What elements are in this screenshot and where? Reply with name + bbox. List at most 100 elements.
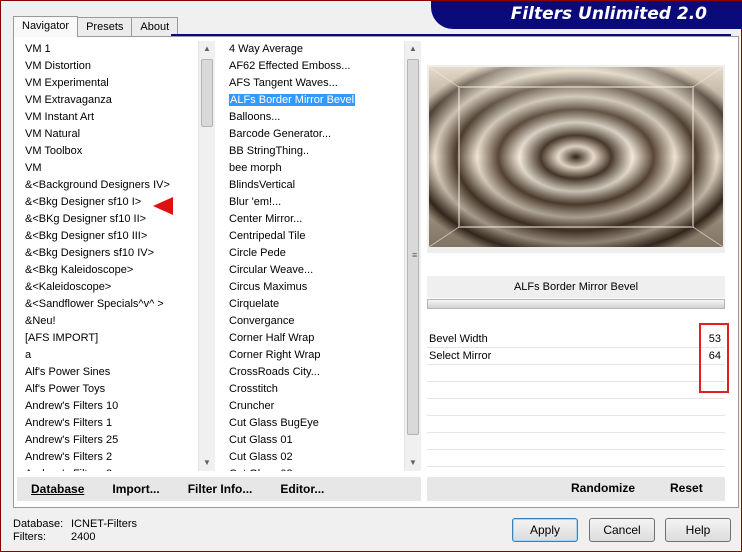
filter-item[interactable]: Cruncher bbox=[225, 398, 403, 415]
category-item[interactable]: VM Natural bbox=[21, 126, 197, 143]
filter-item[interactable]: Cut Glass BugEye bbox=[225, 415, 403, 432]
category-item-label: Andrew's Filters 10 bbox=[25, 400, 119, 412]
database-value: ICNET-Filters bbox=[71, 518, 137, 530]
filter-item-label: AF62 Effected Emboss... bbox=[229, 60, 351, 72]
filter-item[interactable]: Balloons... bbox=[225, 109, 403, 126]
scroll-thumb[interactable] bbox=[201, 59, 213, 127]
reset-button[interactable]: Reset bbox=[670, 481, 703, 495]
database-label: Database: bbox=[13, 518, 64, 530]
filter-item-label: Center Mirror... bbox=[229, 213, 303, 225]
category-item[interactable]: Alf's Power Toys bbox=[21, 381, 197, 398]
category-item[interactable]: VM Distortion bbox=[21, 58, 197, 75]
title-banner: Filters Unlimited 2.0 bbox=[431, 1, 742, 29]
database-button[interactable]: Database bbox=[17, 482, 98, 496]
tab-navigator[interactable]: Navigator bbox=[13, 16, 79, 37]
category-item[interactable]: &<Bkg Designer sf10 III> bbox=[21, 228, 197, 245]
grip-icon: ≡ bbox=[412, 250, 418, 260]
filter-item[interactable]: AFS Tangent Waves... bbox=[225, 75, 403, 92]
category-item[interactable]: &Neu! bbox=[21, 313, 197, 330]
scroll-down-icon[interactable]: ▼ bbox=[199, 455, 215, 471]
category-item-label: &<Bkg Kaleidoscope> bbox=[25, 264, 134, 276]
param-row-empty bbox=[427, 365, 725, 382]
category-item[interactable]: &<Bkg Designers sf10 IV> bbox=[21, 245, 197, 262]
filter-item[interactable]: Corner Right Wrap bbox=[225, 347, 403, 364]
category-item[interactable]: a bbox=[21, 347, 197, 364]
category-item[interactable]: VM Experimental bbox=[21, 75, 197, 92]
filter-listbox[interactable]: 4 Way Average AF62 Effected Emboss... AFS … bbox=[225, 41, 403, 471]
filter-item[interactable]: Circus Maximus bbox=[225, 279, 403, 296]
navigator-toolbar: Database Import... Filter Info... Editor… bbox=[17, 477, 421, 501]
filter-item[interactable]: Convergance bbox=[225, 313, 403, 330]
category-item[interactable]: &<Background Designers IV> bbox=[21, 177, 197, 194]
category-item[interactable]: &<Sandflower Specials^v^ > bbox=[21, 296, 197, 313]
filter-item[interactable]: ALFs Border Mirror Bevel bbox=[225, 92, 403, 109]
filter-item[interactable]: BlindsVertical bbox=[225, 177, 403, 194]
filter-item[interactable]: BB StringThing.. bbox=[225, 143, 403, 160]
filter-item-label: Cirquelate bbox=[229, 298, 280, 310]
filter-item[interactable]: Cut Glass 01 bbox=[225, 432, 403, 449]
category-item[interactable]: &<Bkg Kaleidoscope> bbox=[21, 262, 197, 279]
filter-item[interactable]: Cirquelate bbox=[225, 296, 403, 313]
filter-item-label: BlindsVertical bbox=[229, 179, 296, 191]
filter-item[interactable]: Barcode Generator... bbox=[225, 126, 403, 143]
category-item-label: VM Natural bbox=[25, 128, 81, 140]
filter-item[interactable]: Crosstitch bbox=[225, 381, 403, 398]
filter-item[interactable]: Circular Weave... bbox=[225, 262, 403, 279]
filter-item[interactable]: Corner Half Wrap bbox=[225, 330, 403, 347]
filter-item[interactable]: 4 Way Average bbox=[225, 41, 403, 58]
filter-item[interactable]: bee morph bbox=[225, 160, 403, 177]
category-item[interactable]: VM Toolbox bbox=[21, 143, 197, 160]
param-row-select-mirror[interactable]: Select Mirror 64 bbox=[427, 348, 725, 365]
filter-item-label: ALFs Border Mirror Bevel bbox=[229, 94, 356, 106]
scroll-down-icon[interactable]: ▼ bbox=[405, 455, 421, 471]
progress-bar bbox=[427, 299, 725, 309]
category-item[interactable]: VM bbox=[21, 160, 197, 177]
category-listbox[interactable]: VM 1 VM Distortion VM Experimental VM Extra… bbox=[21, 41, 197, 471]
randomize-button[interactable]: Randomize bbox=[571, 481, 635, 495]
filter-item[interactable]: Blur 'em!... bbox=[225, 194, 403, 211]
filter-item[interactable]: Center Mirror... bbox=[225, 211, 403, 228]
parameter-list: Bevel Width 53 Select Mirror 64 bbox=[427, 331, 725, 467]
filter-item[interactable]: Circle Pede bbox=[225, 245, 403, 262]
scroll-thumb[interactable]: ≡ bbox=[407, 59, 419, 435]
filter-item-label: Cut Glass 01 bbox=[229, 434, 293, 446]
category-item[interactable]: Andrew's Filters 10 bbox=[21, 398, 197, 415]
category-item-label: &<Background Designers IV> bbox=[25, 179, 170, 191]
annotation-arrow-icon bbox=[153, 197, 173, 215]
scroll-up-icon[interactable]: ▲ bbox=[199, 41, 215, 57]
filter-item-label: 4 Way Average bbox=[229, 43, 303, 55]
category-item[interactable]: Andrew's Filters 1 bbox=[21, 415, 197, 432]
category-item[interactable]: Andrew's Filters 2 bbox=[21, 449, 197, 466]
filter-scrollbar[interactable]: ▲ ≡ ▼ bbox=[404, 41, 421, 471]
category-item-label: VM bbox=[25, 162, 42, 174]
filter-item[interactable]: Cut Glass 02 bbox=[225, 449, 403, 466]
category-item[interactable]: Andrew's Filters 25 bbox=[21, 432, 197, 449]
help-button[interactable]: Help bbox=[665, 518, 731, 542]
category-item[interactable]: Andrew's Filters 3 bbox=[21, 466, 197, 471]
filter-item[interactable]: Centripedal Tile bbox=[225, 228, 403, 245]
tab-presets[interactable]: Presets bbox=[77, 17, 133, 36]
status-area: Database: ICNET-Filters Filters: 2400 bbox=[13, 518, 137, 544]
category-item[interactable]: VM Extravaganza bbox=[21, 92, 197, 109]
category-item[interactable]: VM 1 bbox=[21, 41, 197, 58]
filter-item[interactable]: AF62 Effected Emboss... bbox=[225, 58, 403, 75]
apply-button[interactable]: Apply bbox=[512, 518, 578, 542]
category-item[interactable]: VM Instant Art bbox=[21, 109, 197, 126]
import-button[interactable]: Import... bbox=[98, 482, 173, 496]
category-item-label: &Neu! bbox=[25, 315, 56, 327]
category-item[interactable]: Alf's Power Sines bbox=[21, 364, 197, 381]
filter-item-label: CrossRoads City... bbox=[229, 366, 320, 378]
category-item[interactable]: &<Kaleidoscope> bbox=[21, 279, 197, 296]
filter-item-label: Centripedal Tile bbox=[229, 230, 306, 242]
scroll-up-icon[interactable]: ▲ bbox=[405, 41, 421, 57]
filter-item[interactable]: Cut Glass 03 bbox=[225, 466, 403, 471]
category-scrollbar[interactable]: ▲ ▼ bbox=[198, 41, 215, 471]
filter-item[interactable]: CrossRoads City... bbox=[225, 364, 403, 381]
category-item[interactable]: [AFS IMPORT] bbox=[21, 330, 197, 347]
tab-strip: Navigator Presets About bbox=[13, 16, 179, 37]
param-row-empty bbox=[427, 399, 725, 416]
param-row-bevel-width[interactable]: Bevel Width 53 bbox=[427, 331, 725, 348]
cancel-button[interactable]: Cancel bbox=[589, 518, 655, 542]
editor-button[interactable]: Editor... bbox=[266, 482, 338, 496]
filter-info-button[interactable]: Filter Info... bbox=[174, 482, 267, 496]
